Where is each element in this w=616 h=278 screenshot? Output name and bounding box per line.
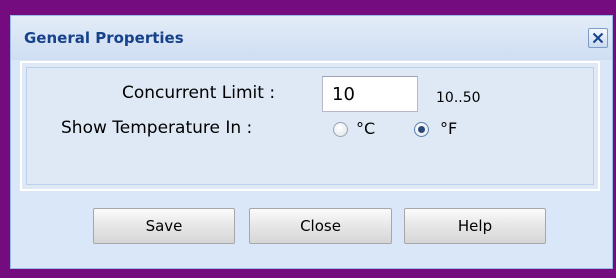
celsius-label[interactable]: °C — [356, 119, 375, 138]
celsius-radio[interactable] — [333, 122, 348, 137]
concurrent-limit-label: Concurrent Limit : — [122, 83, 276, 103]
concurrent-limit-input[interactable] — [322, 76, 418, 112]
temperature-label: Show Temperature In : — [61, 118, 253, 138]
fahrenheit-radio[interactable] — [414, 122, 429, 137]
save-button[interactable]: Save — [93, 208, 235, 244]
fahrenheit-label[interactable]: °F — [440, 119, 457, 138]
close-button[interactable]: Close — [249, 208, 392, 244]
dialog-titlebar[interactable]: General Properties — [11, 16, 612, 60]
concurrent-limit-range: 10..50 — [436, 90, 481, 106]
close-icon[interactable] — [588, 28, 608, 48]
help-button[interactable]: Help — [404, 208, 546, 244]
dialog-title: General Properties — [24, 29, 184, 47]
